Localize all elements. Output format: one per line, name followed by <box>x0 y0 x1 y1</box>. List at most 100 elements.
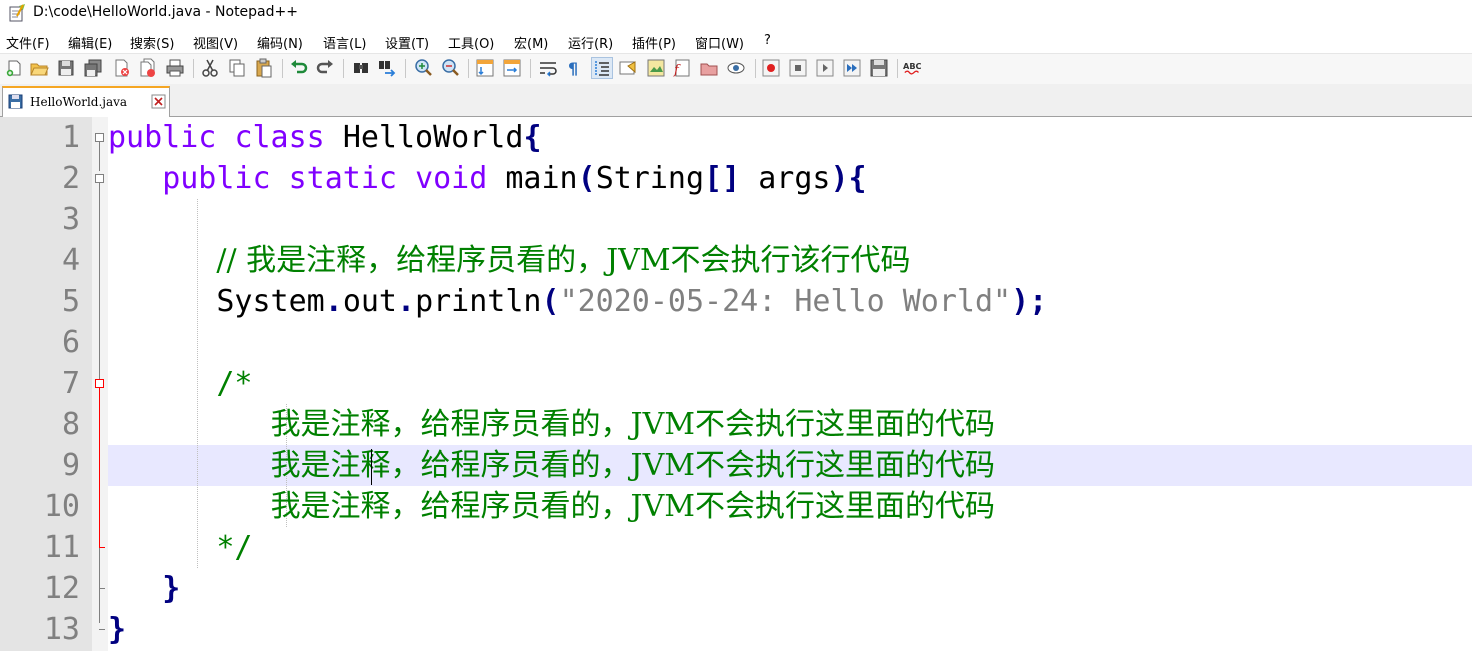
zoom-out-icon[interactable] <box>440 58 460 78</box>
editor-area[interactable]: 1 2 3 4 5 6 7 8 9 10 11 12 13 public cla… <box>0 117 1472 651</box>
line-number: 7 <box>61 366 80 401</box>
operator: { <box>523 120 542 155</box>
fold-line-active <box>99 387 100 548</box>
type-name: String <box>595 161 705 196</box>
menu-settings[interactable]: 设置(T) <box>385 33 429 52</box>
close-all-icon[interactable] <box>138 58 158 78</box>
code-line-7: /* <box>108 363 253 404</box>
menu-edit[interactable]: 编辑(E) <box>68 33 112 52</box>
identifier: out <box>342 284 397 319</box>
operator: ){ <box>830 161 867 196</box>
word-wrap-icon[interactable] <box>538 58 558 78</box>
tab-label: HelloWorld.java <box>30 95 128 109</box>
copy-icon[interactable] <box>227 58 247 78</box>
operator: } <box>108 612 127 647</box>
line-number-gutter: 1 2 3 4 5 6 7 8 9 10 11 12 13 <box>0 117 92 651</box>
indent-guide-icon[interactable] <box>591 57 613 79</box>
method-name: println <box>415 284 542 319</box>
folder-workspace-icon[interactable] <box>699 58 719 78</box>
code-line-9: 我是注释，给程序员看的，JVM不会执行这里面的代码 <box>108 445 995 486</box>
sync-vertical-icon[interactable] <box>475 58 495 78</box>
operator: . <box>324 284 343 319</box>
save-icon[interactable] <box>56 58 76 78</box>
save-all-icon[interactable] <box>83 58 103 78</box>
keyword: class <box>234 120 325 155</box>
identifier: System <box>216 284 325 319</box>
line-number: 11 <box>43 530 80 565</box>
redo-icon[interactable] <box>315 58 335 78</box>
stop-macro-icon[interactable] <box>788 58 808 78</box>
run-macro-multiple-icon[interactable] <box>842 58 862 78</box>
undo-icon[interactable] <box>289 58 309 78</box>
cut-icon[interactable] <box>200 58 220 78</box>
notepad-plus-plus-icon <box>9 4 25 22</box>
menu-help[interactable]: ? <box>764 33 771 48</box>
new-file-icon[interactable] <box>4 58 24 78</box>
toolbar-separator <box>282 59 283 78</box>
menu-file[interactable]: 文件(F) <box>6 33 50 52</box>
line-comment: // 我是注释，给程序员看的，JVM不会执行该行代码 <box>216 243 911 278</box>
operator: [] <box>704 161 741 196</box>
line-number: 4 <box>61 243 80 278</box>
menu-plugins[interactable]: 插件(P) <box>632 33 676 52</box>
paste-icon[interactable] <box>254 58 274 78</box>
menu-window[interactable]: 窗口(W) <box>695 33 744 52</box>
toolbar-separator <box>897 59 898 78</box>
spell-check-icon[interactable]: ABC <box>903 58 923 78</box>
show-all-chars-icon[interactable]: ¶ <box>564 58 584 78</box>
find-icon[interactable] <box>351 58 371 78</box>
doc-map-icon[interactable] <box>646 58 666 78</box>
line-number: 3 <box>61 202 80 237</box>
toolbar-separator <box>468 59 469 78</box>
monitor-icon[interactable] <box>726 58 746 78</box>
print-icon[interactable] <box>165 58 185 78</box>
line-number: 13 <box>43 612 80 647</box>
keyword: static <box>288 161 397 196</box>
code-line-12: } <box>108 568 180 609</box>
sync-horizontal-icon[interactable] <box>502 58 522 78</box>
tab-bar <box>0 84 1472 117</box>
menu-macro[interactable]: 宏(M) <box>514 33 548 52</box>
replace-icon[interactable] <box>377 58 397 78</box>
user-lang-icon[interactable] <box>618 58 638 78</box>
string-literal: "2020-05-24: Hello World" <box>559 284 1012 319</box>
line-number: 10 <box>43 489 80 524</box>
toolbar-separator <box>405 59 406 78</box>
fold-toggle-icon[interactable] <box>95 174 104 183</box>
operator: } <box>162 571 181 606</box>
save-macro-icon[interactable] <box>869 58 889 78</box>
menu-search[interactable]: 搜索(S) <box>130 33 174 52</box>
line-number: 5 <box>61 284 80 319</box>
class-name: HelloWorld <box>342 120 524 155</box>
menu-run[interactable]: 运行(R) <box>568 33 613 52</box>
block-comment: /* <box>216 366 253 401</box>
menu-tools[interactable]: 工具(O) <box>448 33 494 52</box>
menu-language[interactable]: 语言(L) <box>323 33 366 52</box>
tab-helloworld-java[interactable]: HelloWorld.java <box>2 86 170 117</box>
play-macro-icon[interactable] <box>815 58 835 78</box>
fold-toggle-icon[interactable] <box>95 133 104 142</box>
open-file-icon[interactable] <box>29 58 49 78</box>
method-name: main <box>505 161 578 196</box>
line-number: 2 <box>61 161 80 196</box>
keyword: public <box>162 161 271 196</box>
zoom-in-icon[interactable] <box>413 58 433 78</box>
close-icon[interactable] <box>112 58 132 78</box>
fold-toggle-icon[interactable] <box>95 379 104 388</box>
block-comment: 我是注释，给程序员看的，JVM不会执行这里面的代码 <box>270 407 995 442</box>
menu-view[interactable]: 视图(V) <box>193 33 238 52</box>
code-line-2: public static void main(String[] args){ <box>108 158 867 199</box>
code-line-5: System.out.println("2020-05-24: Hello Wo… <box>108 281 1047 322</box>
line-number: 1 <box>61 120 80 155</box>
line-number: 8 <box>61 407 80 442</box>
tab-close-icon[interactable] <box>151 94 166 109</box>
menu-encoding[interactable]: 编码(N) <box>257 33 303 52</box>
toolbar-separator <box>343 59 344 78</box>
record-macro-icon[interactable] <box>761 58 781 78</box>
function-list-icon[interactable]: f <box>672 58 692 78</box>
operator: ( <box>577 161 596 196</box>
identifier: args <box>758 161 831 196</box>
fold-line <box>99 142 100 171</box>
svg-text:¶: ¶ <box>568 59 578 78</box>
block-comment: */ <box>216 530 253 565</box>
